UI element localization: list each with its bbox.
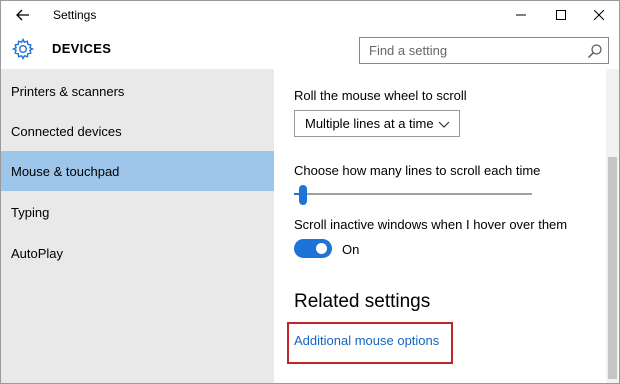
lines-setting-label: Choose how many lines to scroll each tim…	[294, 163, 541, 178]
title-bar: Settings	[1, 1, 619, 29]
dropdown-value: Multiple lines at a time	[305, 116, 434, 131]
sidebar-item-printers-scanners[interactable]: Printers & scanners	[1, 71, 274, 111]
sidebar-item-label: AutoPlay	[11, 245, 64, 261]
sidebar-item-connected-devices[interactable]: Connected devices	[1, 111, 274, 151]
gear-icon	[11, 37, 35, 61]
back-button[interactable]	[7, 3, 39, 27]
toggle-knob	[316, 243, 327, 254]
close-icon	[594, 10, 604, 20]
back-arrow-icon	[16, 9, 29, 21]
page-header: DEVICES	[1, 29, 619, 69]
chevron-down-icon	[438, 121, 450, 128]
sidebar-item-label: Mouse & touchpad	[11, 163, 120, 179]
close-button[interactable]	[579, 1, 619, 29]
slider-thumb[interactable]	[299, 185, 307, 205]
search-input[interactable]	[360, 38, 582, 63]
toggle-state-label: On	[342, 242, 360, 257]
additional-mouse-options-link[interactable]: Additional mouse options	[294, 333, 439, 348]
page-title: DEVICES	[52, 41, 112, 56]
scrollbar-thumb[interactable]	[608, 157, 617, 379]
maximize-button[interactable]	[541, 1, 581, 29]
settings-content: Roll the mouse wheel to scroll Multiple …	[274, 69, 619, 383]
sidebar-item-label: Connected devices	[11, 123, 122, 139]
scroll-setting-label: Roll the mouse wheel to scroll	[294, 88, 467, 103]
maximize-icon	[556, 10, 566, 20]
slider-track	[294, 193, 532, 195]
related-settings-heading: Related settings	[294, 291, 431, 312]
search-icon[interactable]	[587, 43, 603, 59]
content-scrollbar[interactable]	[606, 69, 619, 383]
window-title: Settings	[53, 8, 97, 22]
sidebar-item-typing[interactable]: Typing	[1, 192, 274, 232]
inactive-scroll-toggle[interactable]	[294, 239, 332, 258]
settings-window: Settings DEVICES Find a setting Printers…	[0, 0, 620, 384]
inactive-scroll-label: Scroll inactive windows when I hover ove…	[294, 217, 568, 232]
sidebar-item-autoplay[interactable]: AutoPlay	[1, 233, 274, 273]
minimize-icon	[516, 14, 526, 16]
lines-slider[interactable]	[294, 185, 534, 205]
minimize-button[interactable]	[501, 1, 541, 29]
sidebar-item-label: Typing	[11, 204, 50, 220]
scroll-mode-dropdown[interactable]: Multiple lines at a time	[294, 110, 460, 137]
search-box[interactable]	[359, 37, 609, 64]
sidebar: Printers & scanners Connected devices Mo…	[1, 69, 274, 383]
sidebar-item-mouse-touchpad[interactable]: Mouse & touchpad	[1, 151, 274, 191]
sidebar-item-label: Printers & scanners	[11, 83, 125, 99]
